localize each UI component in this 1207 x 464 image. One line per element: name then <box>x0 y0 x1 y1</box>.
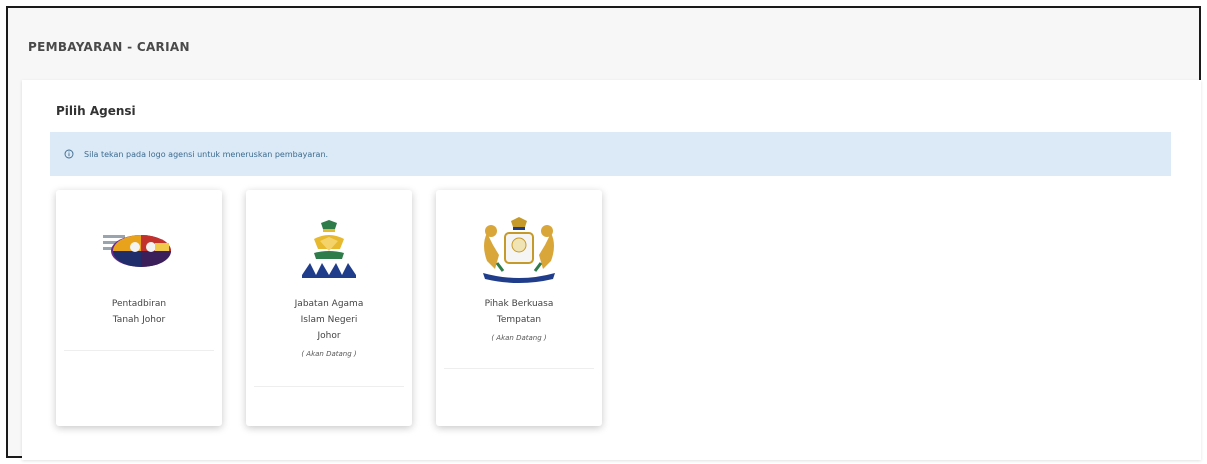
agency-card-ptj[interactable]: Pentadbiran Tanah Johor <box>56 190 222 426</box>
panel-header: Pilih Agensi <box>56 104 136 118</box>
card-divider <box>254 386 404 387</box>
coming-soon-label: ( Akan Datang ) <box>301 350 357 358</box>
info-icon <box>64 149 74 159</box>
jain-logo-icon[interactable] <box>246 210 412 290</box>
agency-name: Pentadbiran Tanah Johor <box>111 299 167 325</box>
info-message: Sila tekan pada logo agensi untuk meneru… <box>84 149 329 159</box>
agency-name: Jabatan Agama Islam Negeri Johor ( Akan … <box>260 296 398 362</box>
coming-soon-label: ( Akan Datang ) <box>491 334 547 342</box>
agency-card-jain[interactable]: Jabatan Agama Islam Negeri Johor ( Akan … <box>246 190 412 426</box>
agency-name: Pihak Berkuasa Tempatan ( Akan Datang ) <box>450 296 588 346</box>
page-frame: PEMBAYARAN - CARIAN Pilih Agensi Sila te… <box>6 6 1201 460</box>
johor-crest-icon[interactable] <box>436 210 602 290</box>
info-alert: Sila tekan pada logo agensi untuk meneru… <box>50 132 1171 176</box>
agency-panel: Pilih Agensi Sila tekan pada logo agensi… <box>22 80 1201 460</box>
page-title: PEMBAYARAN - CARIAN <box>28 40 190 54</box>
card-divider <box>64 350 214 351</box>
card-divider <box>444 368 594 369</box>
ptj-logo-icon[interactable] <box>56 210 222 290</box>
agency-card-pbt[interactable]: Pihak Berkuasa Tempatan ( Akan Datang ) <box>436 190 602 426</box>
